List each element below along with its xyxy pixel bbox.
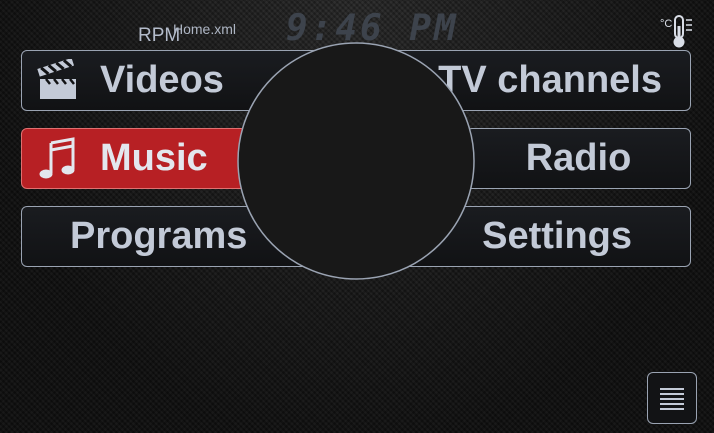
videos-button[interactable]: Videos	[21, 50, 331, 111]
radio-button[interactable]: Radio	[466, 128, 691, 189]
music-button[interactable]: Music	[21, 128, 247, 189]
hamburger-list-icon	[660, 388, 684, 410]
thermometer-icon: °C	[660, 13, 696, 49]
tv-channels-button[interactable]: TV channels	[383, 50, 691, 111]
list-menu-button[interactable]	[647, 372, 697, 424]
clapperboard-icon	[34, 57, 82, 105]
radio-label: Radio	[525, 137, 632, 179]
tv-channels-label: TV channels	[438, 59, 662, 101]
svg-text:°C: °C	[660, 18, 672, 30]
clock-display: 9:46 PM	[286, 8, 459, 49]
programs-label: Programs	[70, 215, 248, 257]
music-label: Music	[100, 137, 208, 179]
settings-label: Settings	[482, 215, 632, 257]
music-note-icon	[34, 135, 82, 183]
videos-label: Videos	[100, 59, 224, 101]
settings-button[interactable]: Settings	[383, 206, 691, 267]
skin-file-label: Home.xml	[173, 21, 237, 37]
programs-button[interactable]: Programs	[21, 206, 331, 267]
